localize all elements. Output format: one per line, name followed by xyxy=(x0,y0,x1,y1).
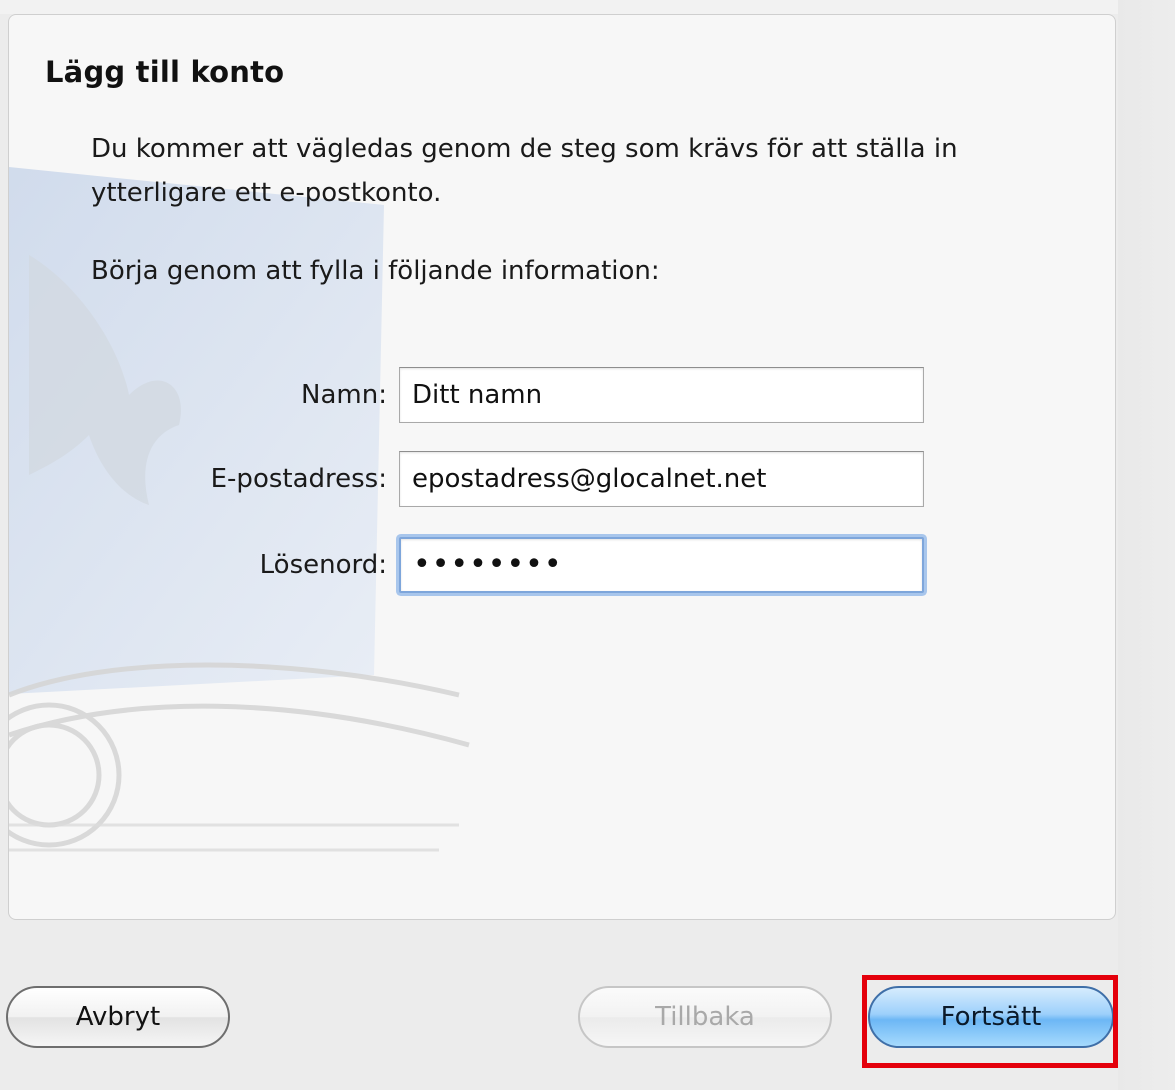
window-top-edge xyxy=(0,0,1175,14)
continue-button[interactable]: Fortsätt xyxy=(868,986,1114,1048)
email-label: E-postadress: xyxy=(210,464,387,494)
password-label: Lösenord: xyxy=(259,550,387,580)
email-row: E-postadress: epostadress@glocalnet.net xyxy=(9,451,1115,507)
instruction-text: Börja genom att fylla i följande informa… xyxy=(91,256,660,286)
back-button[interactable]: Tillbaka xyxy=(578,986,832,1048)
window-right-edge xyxy=(1118,0,1175,1090)
password-field[interactable]: •••••••• xyxy=(399,537,924,593)
intro-text: Du kommer att vägledas genom de steg som… xyxy=(91,134,958,208)
name-label: Namn: xyxy=(301,380,387,410)
password-row: Lösenord: •••••••• xyxy=(9,537,1115,593)
account-setup-panel: Lägg till konto Du kommer att vägledas g… xyxy=(8,14,1116,920)
name-row: Namn: Ditt namn xyxy=(9,367,1115,423)
dialog-title: Lägg till konto xyxy=(45,55,285,89)
cancel-button[interactable]: Avbryt xyxy=(6,986,230,1048)
name-field[interactable]: Ditt namn xyxy=(399,367,924,423)
email-field[interactable]: epostadress@glocalnet.net xyxy=(399,451,924,507)
